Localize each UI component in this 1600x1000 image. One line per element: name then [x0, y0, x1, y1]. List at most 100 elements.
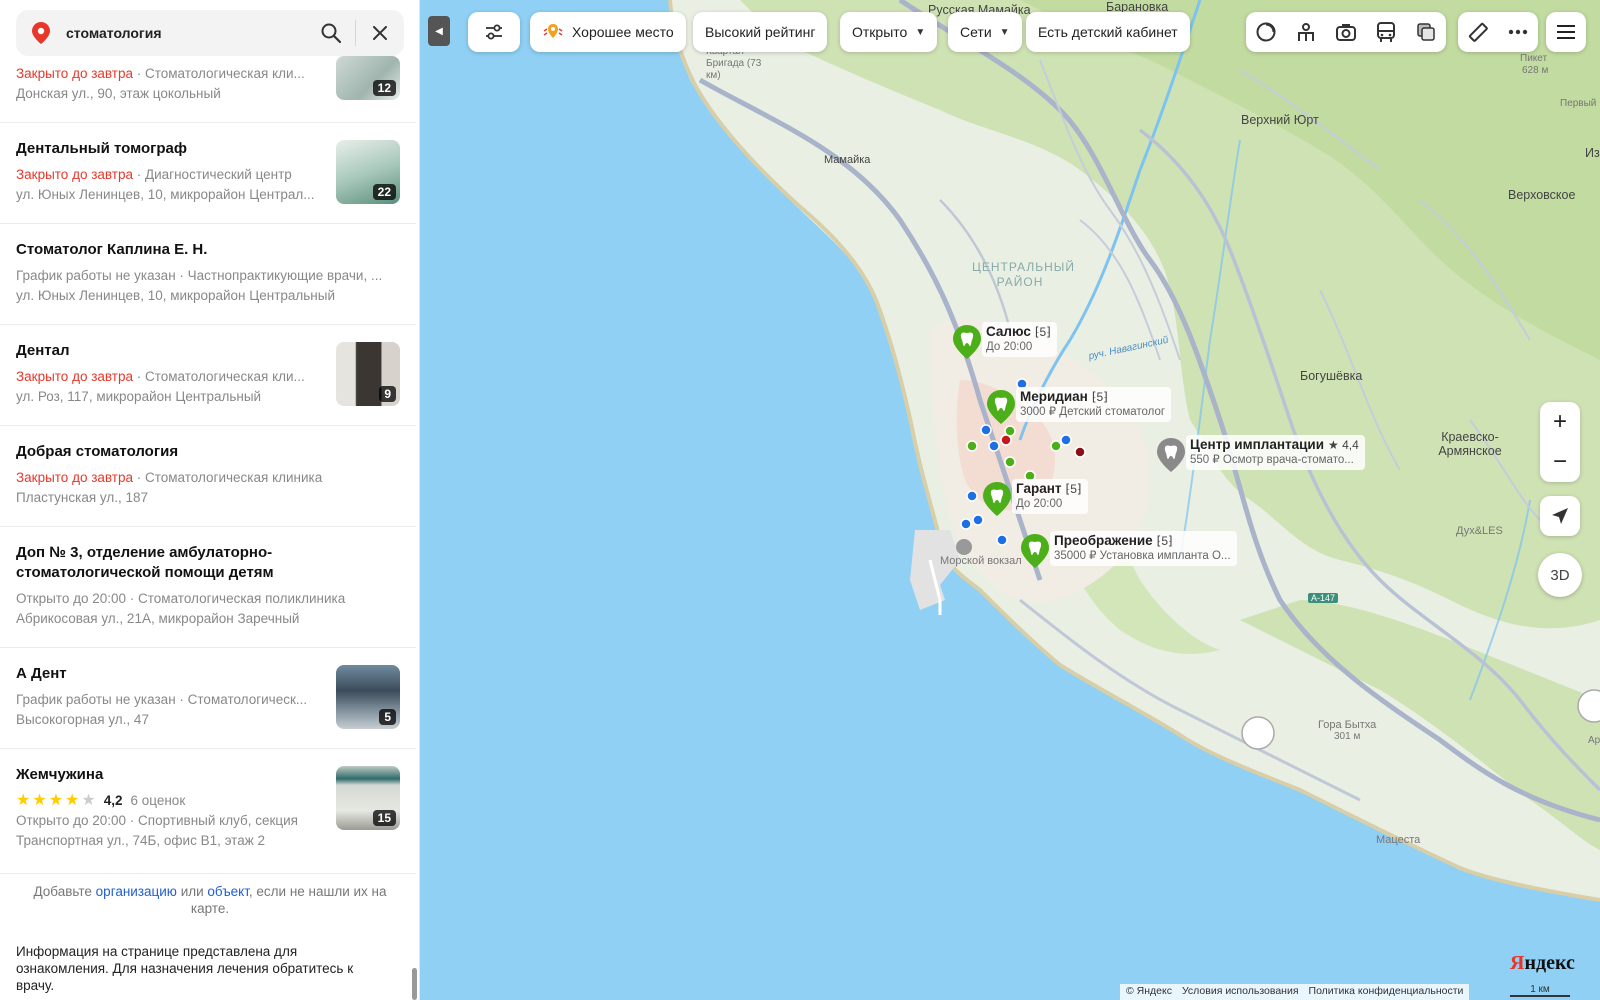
photo-camera-icon[interactable] — [1326, 12, 1366, 52]
traffic-icon[interactable] — [1246, 12, 1286, 52]
menu-button[interactable] — [1546, 12, 1586, 52]
rating-value: 4,2 — [103, 793, 123, 808]
bus-icon[interactable] — [1366, 12, 1406, 52]
close-icon[interactable] — [356, 10, 404, 56]
item-photo[interactable]: 5 — [336, 665, 400, 729]
item-photo[interactable]: 12 — [336, 56, 400, 100]
photo-count: 22 — [372, 184, 396, 200]
star-icon: ★ — [65, 792, 80, 809]
star-icon: ★ — [48, 792, 64, 809]
item-category: Стоматологическ... — [187, 692, 308, 707]
search-bar[interactable]: стоматология — [16, 10, 404, 56]
map-place-label[interactable]: Салюс ⁅5⁆ До 20:00 — [982, 322, 1057, 357]
tooth-pin-icon[interactable] — [1021, 534, 1049, 568]
collapse-panel-button[interactable]: ◀ — [428, 16, 450, 46]
filter-kids-room[interactable]: Есть детский кабинет — [1026, 12, 1190, 52]
tooth-pin-icon[interactable] — [953, 325, 981, 359]
star-icon: ★ — [32, 792, 47, 809]
list-item[interactable]: Стоматолог Каплина Е. Н. График работы н… — [0, 224, 416, 325]
zoom-out-button[interactable]: − — [1540, 442, 1580, 482]
item-category: Диагностический центр — [144, 167, 292, 182]
filter-label: Хорошее место — [572, 24, 674, 40]
item-meta: График работы не указан · Частнопрактику… — [16, 268, 383, 283]
place-rating: ★ 4,4 — [1328, 438, 1359, 452]
item-address: Донская ул., 90, этаж цокольный — [16, 86, 221, 101]
search-icon[interactable] — [307, 10, 355, 56]
map-place-label[interactable]: Центр имплантации ★ 4,4 550 ₽ Осмотр врач… — [1186, 435, 1365, 470]
ruler-icon[interactable] — [1458, 12, 1498, 52]
item-title[interactable]: Стоматолог Каплина Е. Н. — [16, 240, 400, 260]
map-scale: 1 км — [1510, 984, 1570, 997]
filter-chains[interactable]: Сети ▼ — [948, 12, 1022, 52]
yandex-logo: Яндекс — [1510, 952, 1575, 975]
map-label: Краевско-Армянское — [1438, 430, 1502, 458]
item-photo[interactable]: 22 — [336, 140, 400, 204]
filter-label: Сети — [960, 24, 992, 40]
more-icon[interactable] — [1498, 12, 1538, 52]
chevron-down-icon: ▼ — [999, 26, 1010, 38]
map-label: Мацеста — [1376, 834, 1421, 846]
map-label: Богушёвка — [1300, 369, 1363, 383]
price-level: ⁅5⁆ — [1091, 390, 1108, 404]
item-address: Высокогорная ул., 47 — [16, 712, 149, 727]
price-level: ⁅5⁆ — [1156, 534, 1173, 548]
map-place-label[interactable]: Гарант ⁅5⁆ До 20:00 — [1012, 479, 1088, 514]
item-category: Стоматологическая поликлиника — [138, 591, 346, 606]
tooth-pin-icon[interactable] — [1157, 438, 1185, 472]
search-input[interactable]: стоматология — [66, 25, 307, 41]
list-item[interactable]: А Дент График работы не указан · Стомато… — [0, 648, 416, 749]
item-status: Открыто до 20:00 — [16, 591, 127, 606]
item-meta: Закрыто до завтра · Стоматологическая кл… — [16, 66, 305, 81]
filter-good-place[interactable]: Хорошее место — [530, 12, 686, 52]
item-status: Открыто до 20:00 — [16, 813, 127, 828]
item-status: Закрыто до завтра — [16, 470, 133, 485]
panorama-icon[interactable] — [1286, 12, 1326, 52]
item-photo[interactable]: 9 — [336, 342, 400, 406]
terms-link[interactable]: Условия использования — [1182, 985, 1299, 999]
map-place-label[interactable]: Меридиан ⁅5⁆ 3000 ₽ Детский стоматолог — [1016, 387, 1172, 422]
scrollbar-thumb[interactable] — [412, 968, 417, 1000]
item-title-line1[interactable]: Доп № 3, отделение амбулаторно- — [16, 543, 400, 563]
list-item[interactable]: Добрая стоматология Закрыто до завтра · … — [0, 426, 416, 527]
my-location-button[interactable] — [1540, 496, 1580, 536]
item-meta: Открыто до 20:00 · Стоматологическая пол… — [16, 591, 346, 606]
review-count[interactable]: 6 оценок — [131, 791, 186, 811]
place-name: Преображение — [1054, 533, 1153, 548]
item-address: Абрикосовая ул., 21А, микрорайон Заречны… — [16, 611, 300, 626]
item-status: Закрыто до завтра — [16, 167, 133, 182]
filter-high-rating[interactable]: Высокий рейтинг — [693, 12, 828, 52]
map-place-label[interactable]: Преображение ⁅5⁆ 35000 ₽ Установка имплан… — [1050, 531, 1237, 566]
list-item[interactable]: Дентал Закрыто до завтра · Стоматологиче… — [0, 325, 416, 426]
tooth-pin-icon[interactable] — [987, 390, 1015, 424]
results-list: Закрыто до завтра · Стоматологическая кл… — [0, 56, 416, 874]
item-title-line2[interactable]: стоматологической помощи детям — [16, 563, 400, 583]
note-text: или — [180, 884, 204, 899]
filter-label: Открыто — [852, 24, 908, 40]
privacy-link[interactable]: Политика конфиденциальности — [1309, 985, 1464, 999]
item-title[interactable]: Добрая стоматология — [16, 442, 400, 462]
item-status: График работы не указан — [16, 268, 176, 283]
add-object-link[interactable]: объект — [207, 884, 248, 899]
item-category: Стоматологическая кли... — [144, 66, 305, 81]
add-organization-link[interactable]: организацию — [96, 884, 177, 899]
item-photo[interactable]: 15 — [336, 766, 400, 830]
list-item[interactable]: Доп № 3, отделение амбулаторно- стоматол… — [0, 527, 416, 648]
item-address: Транспортная ул., 74Б, офис В1, этаж 2 — [16, 833, 265, 848]
search-results-panel: стоматология Закрыто до завтра · Стомато… — [0, 0, 420, 1000]
map-canvas[interactable]: Барановка Русская Мамайка Квартал Бригад… — [420, 0, 1600, 1000]
star-empty-icon: ★ — [81, 792, 96, 809]
list-item[interactable]: Жемчужина ★ ★ ★ ★ ★ 4,2 6 оценок Открыто… — [0, 749, 416, 874]
layers-icon[interactable] — [1406, 12, 1446, 52]
map-label: Пикет — [1520, 53, 1548, 64]
filter-open[interactable]: Открыто ▼ — [840, 12, 938, 52]
list-item[interactable]: Закрыто до завтра · Стоматологическая кл… — [0, 56, 416, 123]
place-name: Меридиан — [1020, 389, 1088, 404]
list-item[interactable]: Дентальный томограф Закрыто до завтра · … — [0, 123, 416, 224]
zoom-in-button[interactable]: + — [1540, 402, 1580, 442]
tooth-pin-icon[interactable] — [983, 482, 1011, 516]
filters-settings-button[interactable] — [468, 12, 520, 52]
filter-label: Есть детский кабинет — [1038, 24, 1178, 40]
item-category: Спортивный клуб, секция — [138, 813, 298, 828]
3d-toggle-button[interactable]: 3D — [1538, 553, 1582, 597]
item-category: Частнопрактикующие врачи, ... — [187, 268, 383, 283]
